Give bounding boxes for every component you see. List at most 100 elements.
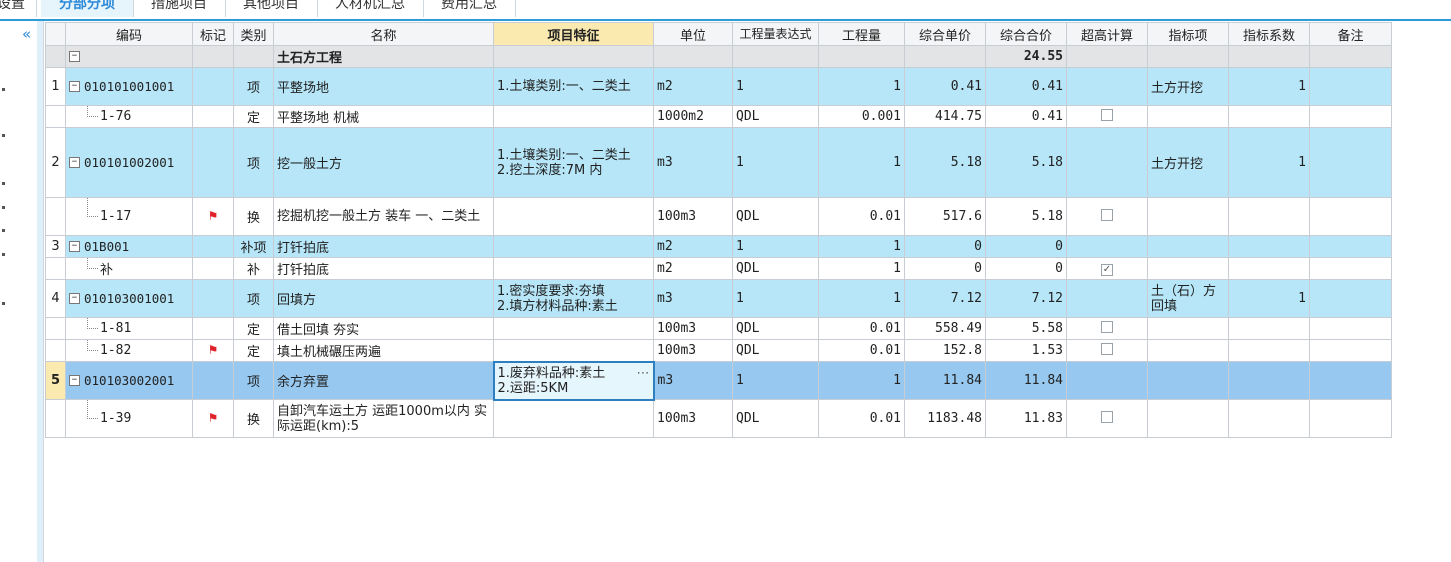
unit-price-cell[interactable]: 0: [904, 257, 986, 280]
col-header-over-height[interactable]: 超高计算: [1066, 22, 1148, 46]
feature-cell-active[interactable]: ⋯ 1.废弃料品种:素土 2.运距:5KM: [492, 360, 655, 401]
code-cell[interactable]: −010101001001: [65, 67, 193, 106]
feature-cell[interactable]: [493, 317, 654, 340]
expr-cell[interactable]: QDL: [732, 257, 819, 280]
expr-cell[interactable]: QDL: [732, 197, 819, 236]
tab-measures[interactable]: 措施项目: [133, 0, 226, 17]
group-row[interactable]: − 土石方工程 24.55: [45, 45, 1392, 68]
collapse-toggle-icon[interactable]: −: [69, 241, 80, 252]
table-row[interactable]: 1-39 ⚑ 换 自卸汽车运土方 运距1000m以内 实际运距(km):5 10…: [45, 399, 1392, 438]
tab-materials-summary[interactable]: 人材机汇总: [317, 0, 424, 17]
indicator-cell[interactable]: 土方开挖: [1147, 127, 1229, 198]
red-flag-icon[interactable]: ⚑: [208, 343, 219, 357]
type-cell[interactable]: 换: [233, 197, 274, 236]
group-toggle-cell[interactable]: −: [65, 45, 193, 68]
mark-cell[interactable]: [192, 235, 234, 258]
mark-cell[interactable]: [192, 257, 234, 280]
table-row[interactable]: 1-17 ⚑ 换 挖掘机挖一般土方 装车 一、二类土 100m3 QDL 0.0…: [45, 197, 1392, 236]
qty-cell[interactable]: 1: [818, 257, 905, 280]
collapse-toggle-icon[interactable]: −: [69, 51, 80, 62]
col-header-feature[interactable]: 项目特征: [493, 22, 654, 46]
unit-cell[interactable]: m3: [653, 127, 733, 198]
mark-cell[interactable]: [192, 105, 234, 128]
table-row[interactable]: 1-81 定 借土回填 夯实 100m3 QDL 0.01 558.49 5.5…: [45, 317, 1392, 340]
collapse-toggle-icon[interactable]: −: [69, 157, 80, 168]
code-cell[interactable]: −01B001: [65, 235, 193, 258]
type-cell[interactable]: 换: [233, 399, 274, 438]
feature-cell[interactable]: [493, 105, 654, 128]
note-cell[interactable]: [1309, 67, 1392, 106]
feature-cell[interactable]: [493, 257, 654, 280]
collapse-toggle-icon[interactable]: −: [69, 375, 80, 386]
expr-cell[interactable]: 1: [732, 235, 819, 258]
over-height-cell[interactable]: [1066, 317, 1148, 340]
unit-price-cell[interactable]: 11.84: [904, 361, 986, 400]
type-cell[interactable]: 定: [233, 339, 274, 362]
unit-price-cell[interactable]: 1183.48: [904, 399, 986, 438]
col-header-note[interactable]: 备注: [1309, 22, 1392, 46]
over-height-cell[interactable]: [1066, 127, 1148, 198]
col-header-total[interactable]: 综合合价: [985, 22, 1067, 46]
unit-cell[interactable]: 100m3: [653, 317, 733, 340]
col-header-qty[interactable]: 工程量: [818, 22, 905, 46]
col-header-indicator[interactable]: 指标项: [1147, 22, 1229, 46]
col-header-code[interactable]: 编码: [65, 22, 193, 46]
type-cell[interactable]: 项: [233, 127, 274, 198]
table-row[interactable]: 1-82 ⚑ 定 填土机械碾压两遍 100m3 QDL 0.01 152.8 1…: [45, 339, 1392, 362]
unit-price-cell[interactable]: 5.18: [904, 127, 986, 198]
unit-cell[interactable]: m2: [653, 257, 733, 280]
unit-cell[interactable]: 100m3: [653, 197, 733, 236]
over-height-checkbox[interactable]: [1101, 410, 1113, 423]
mark-cell[interactable]: [192, 127, 234, 198]
expr-cell[interactable]: 1: [732, 361, 819, 400]
table-row-selected[interactable]: 5 −010103002001 项 余方弃置 ⋯ 1.废弃料品种:素土 2.运距:…: [45, 360, 1392, 401]
code-cell[interactable]: 1-81: [65, 317, 193, 340]
type-cell[interactable]: 定: [233, 317, 274, 340]
over-height-cell[interactable]: ✓: [1066, 257, 1148, 280]
type-cell[interactable]: 项: [233, 361, 274, 400]
type-cell[interactable]: 补: [233, 257, 274, 280]
feature-cell[interactable]: [493, 339, 654, 362]
name-cell[interactable]: 回填方: [273, 279, 494, 318]
unit-price-cell[interactable]: 0.41: [904, 67, 986, 106]
over-height-cell[interactable]: [1066, 279, 1148, 318]
expr-cell[interactable]: 1: [732, 127, 819, 198]
qty-cell[interactable]: 1: [818, 67, 905, 106]
code-cell[interactable]: −010103002001: [65, 361, 193, 400]
feature-cell[interactable]: [493, 235, 654, 258]
unit-cell[interactable]: 1000m2: [653, 105, 733, 128]
over-height-checkbox-checked[interactable]: ✓: [1101, 264, 1113, 276]
coef-cell[interactable]: 1: [1228, 279, 1310, 318]
collapse-toggle-icon[interactable]: −: [69, 81, 80, 92]
unit-cell[interactable]: m3: [653, 279, 733, 318]
name-cell[interactable]: 挖掘机挖一般土方 装车 一、二类土: [273, 197, 494, 236]
expr-cell[interactable]: 1: [732, 279, 819, 318]
table-row[interactable]: 1-76 定 平整场地 机械 1000m2 QDL 0.001 414.75 0…: [45, 105, 1392, 128]
unit-price-cell[interactable]: 0: [904, 235, 986, 258]
col-header-unit[interactable]: 单位: [653, 22, 733, 46]
feature-cell[interactable]: [493, 197, 654, 236]
more-icon[interactable]: ⋯: [637, 366, 650, 381]
table-row[interactable]: 补 补 打钎拍底 m2 QDL 1 0 0 ✓: [45, 257, 1392, 280]
type-cell[interactable]: 补项: [233, 235, 274, 258]
mark-cell[interactable]: [192, 279, 234, 318]
col-header-name[interactable]: 名称: [273, 22, 494, 46]
mark-cell[interactable]: [192, 67, 234, 106]
code-cell[interactable]: −010101002001: [65, 127, 193, 198]
qty-cell[interactable]: 1: [818, 235, 905, 258]
unit-price-cell[interactable]: 414.75: [904, 105, 986, 128]
expr-cell[interactable]: QDL: [732, 105, 819, 128]
tab-other-items[interactable]: 其他项目: [225, 0, 318, 17]
name-cell[interactable]: 打钎拍底: [273, 235, 494, 258]
type-cell[interactable]: 定: [233, 105, 274, 128]
expr-cell[interactable]: QDL: [732, 399, 819, 438]
tab-cost-summary[interactable]: 费用汇总: [423, 0, 516, 17]
double-chevron-left-icon[interactable]: «: [22, 25, 38, 45]
expr-cell[interactable]: QDL: [732, 339, 819, 362]
name-cell[interactable]: 平整场地: [273, 67, 494, 106]
mark-cell[interactable]: ⚑: [192, 339, 234, 362]
table-row[interactable]: 2 −010101002001 项 挖一般土方 1.土壤类别:一、二类土 2.挖…: [45, 127, 1392, 198]
name-cell[interactable]: 打钎拍底: [273, 257, 494, 280]
name-cell[interactable]: 平整场地 机械: [273, 105, 494, 128]
unit-cell[interactable]: 100m3: [653, 399, 733, 438]
